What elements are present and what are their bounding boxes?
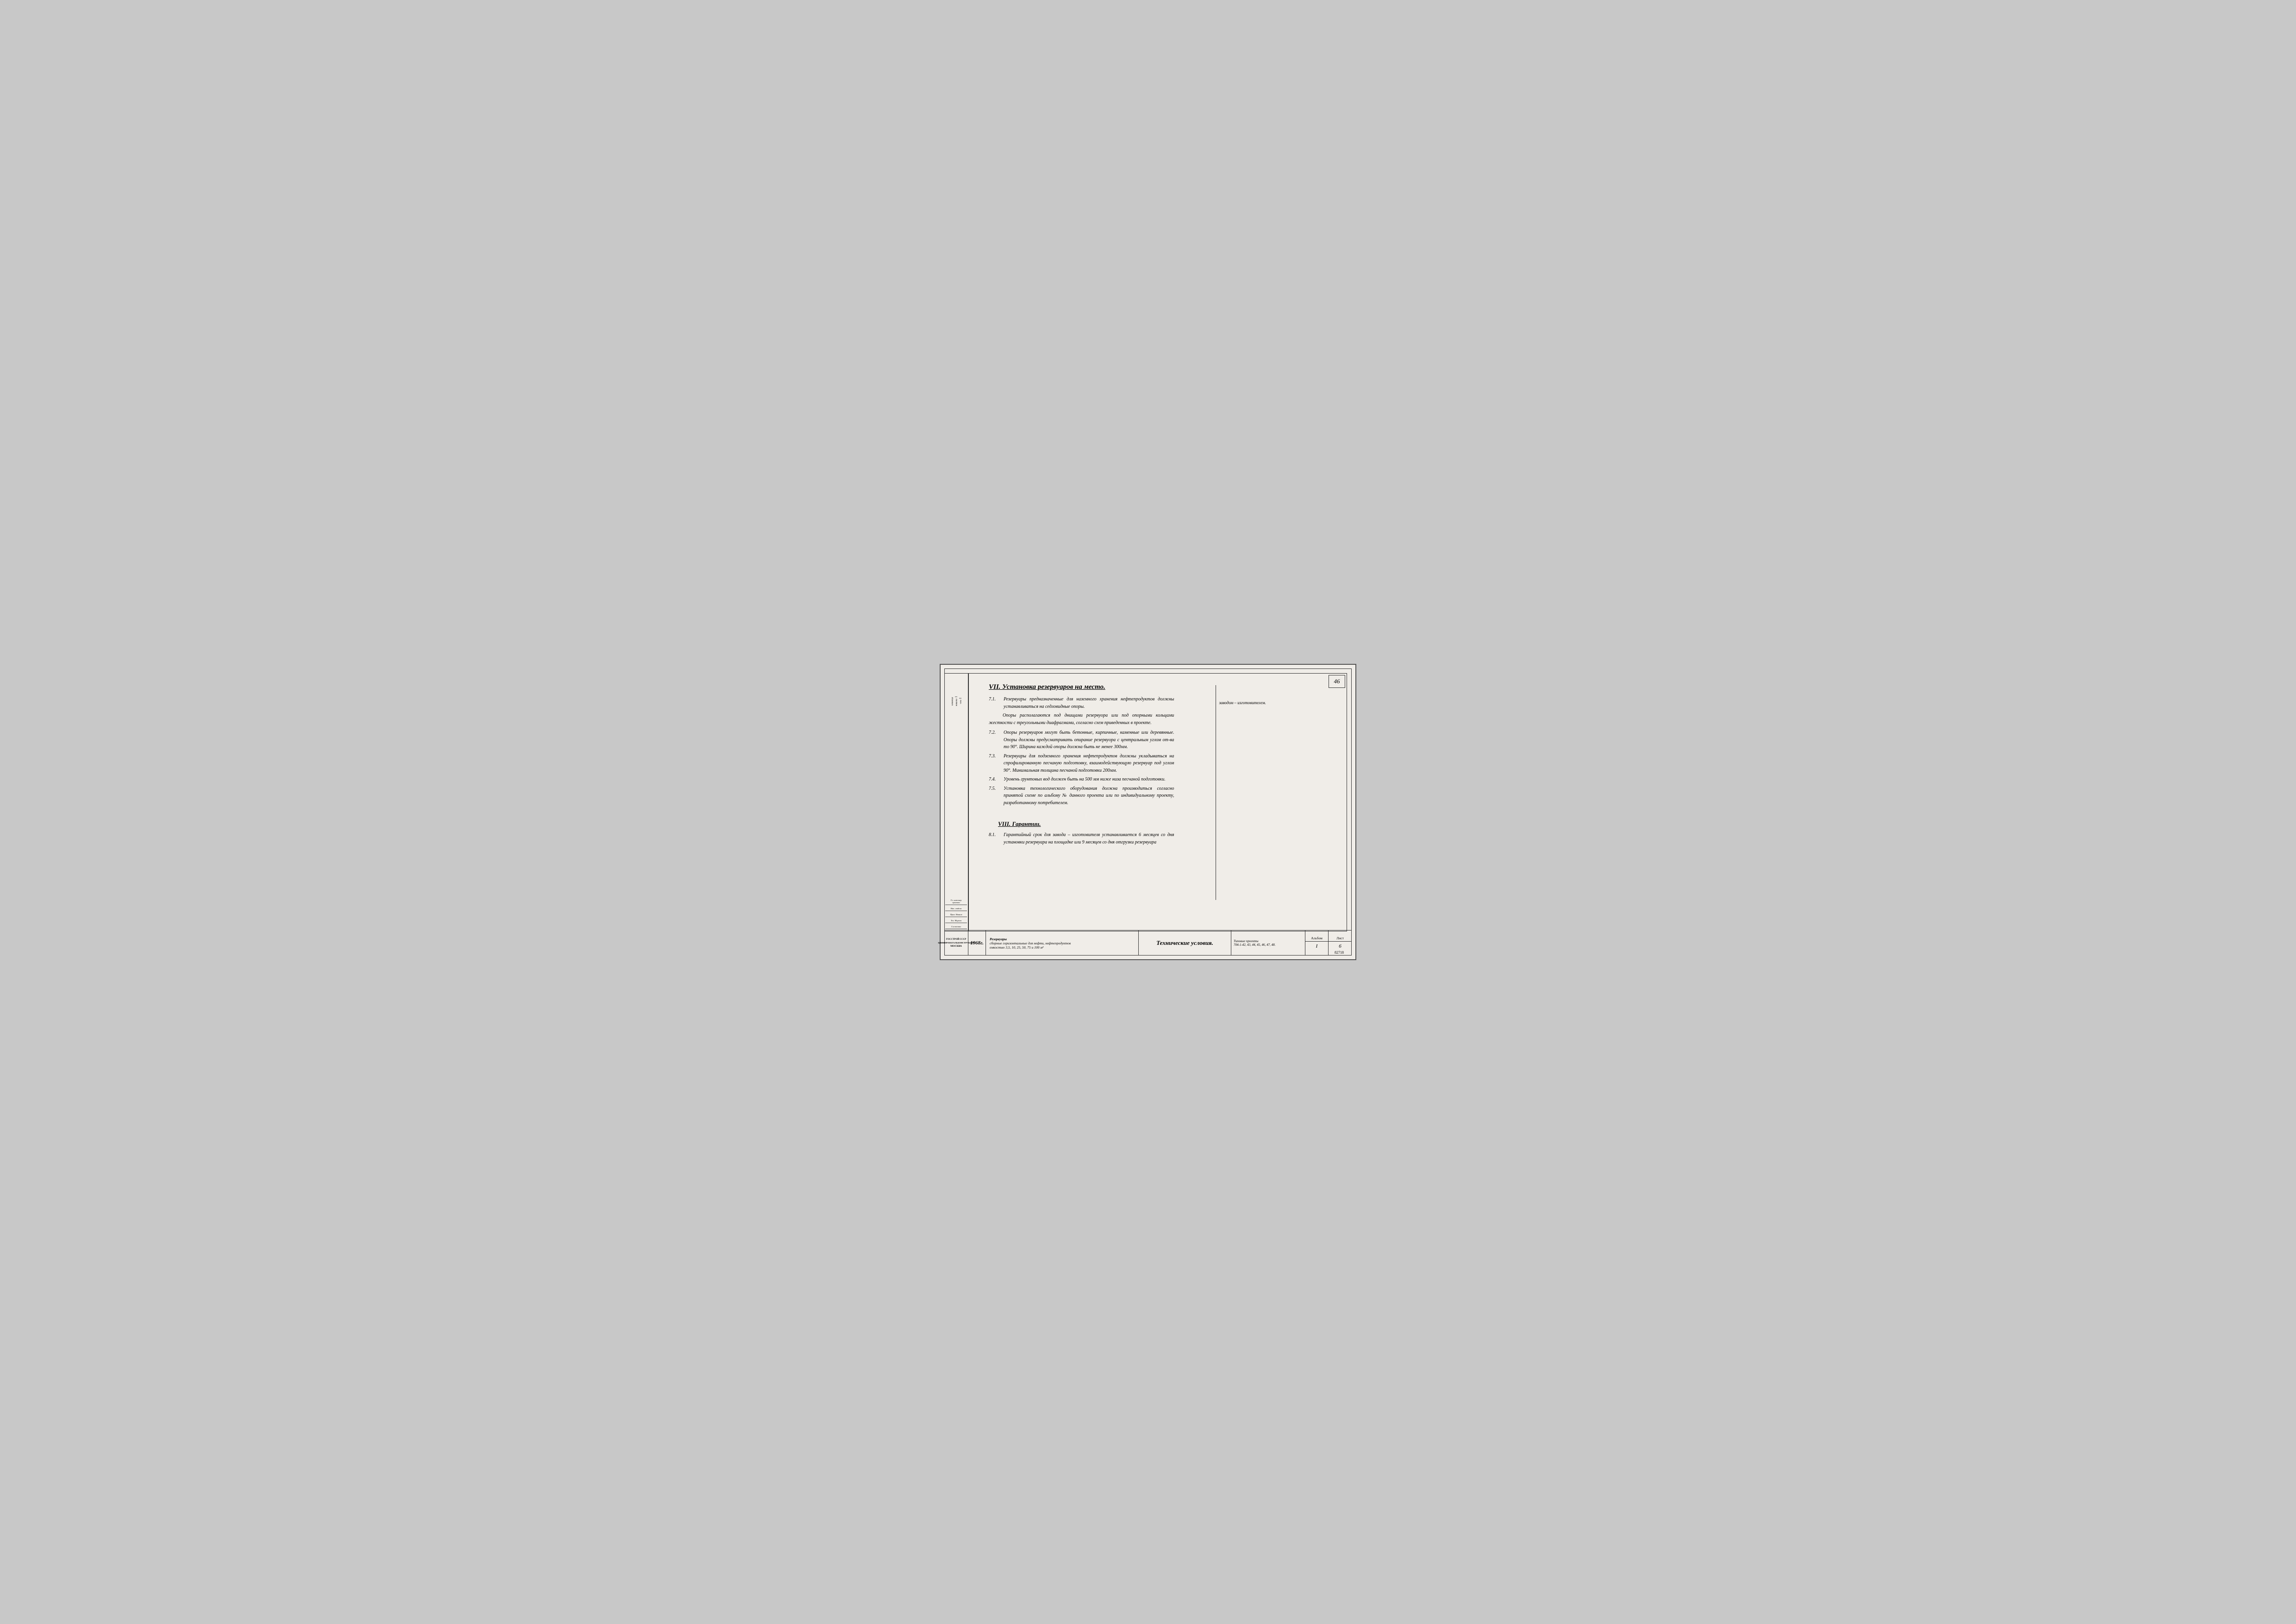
bottom-description: Резервуары сборные горизонтальные для не…: [986, 931, 1139, 956]
doc-code: 82718: [1335, 950, 1344, 955]
para-7-1: 7.1. Резервуары предназначенные для назе…: [989, 696, 1174, 710]
para-7-3-text: Резервуары для подземного хранения нефте…: [1004, 753, 1174, 775]
bottom-center-title: Технические условия.: [1139, 931, 1231, 956]
para-7-2-text: Опоры резервуаров могут быть бетонные, к…: [1004, 729, 1174, 751]
sidebar-top-section: Изменен Листов Поз.: [944, 673, 968, 729]
para-7-3-num: 7.3.: [989, 753, 1002, 775]
left-sidebar: Изменен Листов Поз. Гл. инженерпроекта Н…: [944, 673, 968, 931]
right-note: заводом – изготовителем.: [1219, 700, 1328, 705]
bottom-year: 1968г.: [968, 931, 986, 956]
document-page: Изменен Листов Поз. Гл. инженерпроекта Н…: [940, 664, 1356, 960]
album-value: I: [1314, 942, 1320, 951]
bottom-block: ГОССТРОЙ СССР ЦНИИПРОЕКТАЛЬКОНСТРУКЦИЯ М…: [944, 930, 1352, 956]
para-7-2-num: 7.2.: [989, 729, 1002, 751]
section-7-content: 7.1. Резервуары предназначенные для назе…: [989, 696, 1174, 806]
section-8-content: 8.1. Гарантийный срок для завода – изгот…: [989, 831, 1174, 846]
desc-line1: Резервуары: [990, 937, 1135, 941]
para-7-5-text: Установка технологического оборудования …: [1004, 785, 1174, 807]
center-title-text: Технические условия.: [1156, 939, 1213, 947]
para-8-1: 8.1. Гарантийный срок для завода – изгот…: [989, 831, 1174, 846]
list-label: Лист: [1329, 935, 1352, 942]
para-7-4-text: Уровень грунтовых вод должен быть на 500…: [1004, 776, 1174, 783]
gost-label: Типовые проекты: [1234, 939, 1303, 943]
list-value: 6: [1337, 942, 1343, 951]
section-8-title: VIII. Гарантии.: [998, 820, 1183, 828]
section-7-title: VII. Установка резервуаров на место.: [989, 683, 1174, 691]
para-7-2: 7.2. Опоры резервуаров могут быть бетонн…: [989, 729, 1174, 751]
year-value: 1968г.: [970, 940, 984, 946]
sidebar-signatures: Гл. инженерпроекта Нач. отдела Пров. Ива…: [944, 729, 968, 931]
album-label: Альбом: [1305, 935, 1328, 942]
para-7-4-num: 7.4.: [989, 776, 1002, 783]
para-7-4: 7.4. Уровень грунтовых вод должен быть н…: [989, 776, 1174, 783]
para-7-5: 7.5. Установка технологического оборудов…: [989, 785, 1174, 807]
bottom-org: ГОССТРОЙ СССР ЦНИИПРОЕКТАЛЬКОНСТРУКЦИЯ М…: [944, 931, 968, 956]
main-content: заводом – изготовителем. VII. Установка …: [970, 675, 1345, 930]
column-divider: [1216, 685, 1217, 900]
desc-line2: сборные горизонтальные для нефти, нефтеп…: [990, 941, 1135, 945]
para-7-1-num: 7.1.: [989, 696, 1002, 710]
para-8-1-text: Гарантийный срок для завода – изготовите…: [1004, 831, 1174, 846]
gost-numbers: 704-1-42, 43, 44, 45, 46, 47, 48.: [1234, 943, 1303, 947]
org-line1: ГОССТРОЙ СССР: [946, 938, 967, 941]
desc-line3: емкостью 3,5, 10, 25, 50, 75 и 100 м³: [990, 945, 1135, 949]
para-8-1-num: 8.1.: [989, 831, 1002, 846]
bottom-album: Альбом I: [1305, 931, 1329, 956]
bottom-gost: Типовые проекты 704-1-42, 43, 44, 45, 46…: [1231, 931, 1305, 956]
para-7-3: 7.3. Резервуары для подземного хранения …: [989, 753, 1174, 775]
org-line3: МОСКВА: [950, 945, 962, 948]
para-opory: Опоры располагаются под днищами резервуо…: [989, 712, 1174, 726]
para-7-1-text: Резервуары предназначенные для наземного…: [1004, 696, 1174, 710]
para-7-5-num: 7.5.: [989, 785, 1002, 807]
